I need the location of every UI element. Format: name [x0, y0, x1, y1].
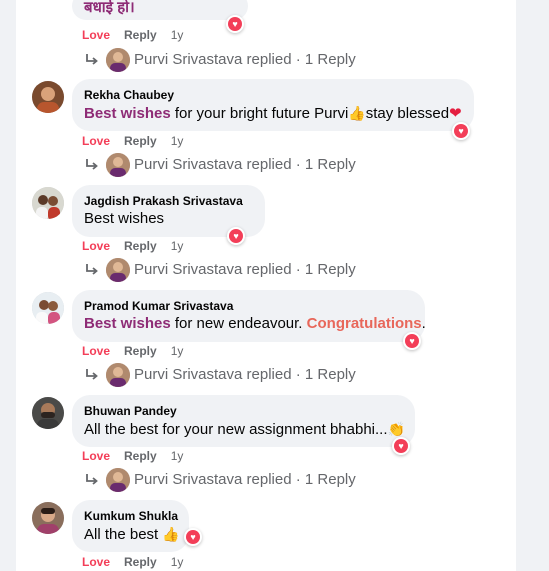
comment-text-part: . — [421, 315, 426, 332]
comment-bubble: Pramod Kumar Srivastava Best wishes for … — [72, 290, 426, 342]
comment-bubble: Kumkum Shukla All the best 👍 — [72, 500, 189, 552]
reply-button[interactable]: Reply — [124, 344, 157, 358]
avatar[interactable] — [32, 292, 64, 324]
timestamp[interactable]: 1y — [171, 449, 184, 463]
comment-text-part: All the best for your new assignment bha… — [84, 421, 388, 438]
heart-reaction-icon[interactable]: ♥ — [227, 227, 245, 245]
heart-reaction-icon[interactable]: ♥ — [226, 15, 244, 33]
comment-text: All the best 👍 — [84, 524, 180, 545]
avatar[interactable] — [106, 153, 130, 177]
love-button[interactable]: Love — [82, 239, 110, 253]
comment-actions: Love Reply 1y — [82, 343, 183, 359]
heart-emoji: ❤ — [449, 105, 462, 122]
comments-panel: बधाई हो। ♥ Love Reply 1y Purvi Srivastava … — [16, 0, 516, 571]
highlight-text[interactable]: Best wishes — [84, 105, 171, 122]
avatar[interactable] — [32, 397, 64, 429]
avatar[interactable] — [106, 258, 130, 282]
comment-actions: Love Reply 1y — [82, 27, 183, 43]
comment-author[interactable]: Kumkum Shukla — [84, 508, 178, 524]
replies-text[interactable]: Purvi Srivastava replied · 1 Reply — [134, 365, 356, 385]
timestamp[interactable]: 1y — [171, 239, 184, 253]
love-button[interactable]: Love — [82, 449, 110, 463]
clapping-emoji: 👏 — [387, 421, 405, 437]
timestamp[interactable]: 1y — [171, 344, 184, 358]
thumbs-up-emoji: 👍 — [348, 105, 366, 121]
avatar[interactable] — [32, 502, 64, 534]
reply-arrow-icon — [86, 54, 98, 65]
timestamp[interactable]: 1y — [171, 555, 184, 569]
highlight-text[interactable]: Congratulations — [307, 315, 422, 332]
avatar[interactable] — [32, 187, 64, 219]
reply-arrow-icon — [86, 159, 98, 170]
replies-text[interactable]: Purvi Srivastava replied · 1 Reply — [134, 155, 356, 175]
highlight-text[interactable]: Best wishes — [84, 315, 171, 332]
reply-arrow-icon — [86, 369, 98, 380]
reply-button[interactable]: Reply — [124, 28, 157, 42]
comment-text: Best wishes for new endeavour. Congratul… — [84, 314, 426, 334]
comment-bubble: Bhuwan Pandey All the best for your new … — [72, 395, 415, 447]
avatar[interactable] — [106, 48, 130, 72]
comment-author[interactable]: Pramod Kumar Srivastava — [84, 298, 413, 314]
heart-reaction-icon[interactable]: ♥ — [184, 528, 202, 546]
comment-actions: Love Reply 1y — [82, 238, 183, 254]
avatar[interactable] — [32, 81, 64, 113]
comment-bubble: बधाई हो। — [72, 0, 248, 20]
timestamp[interactable]: 1y — [171, 134, 184, 148]
comment-author[interactable]: Rekha Chaubey — [84, 87, 462, 103]
love-button[interactable]: Love — [82, 28, 110, 42]
comment-text-part: for your bright future Purvi — [170, 105, 349, 122]
reply-arrow-icon — [86, 474, 98, 485]
replies-text[interactable]: Purvi Srivastava replied · 1 Reply — [134, 50, 356, 70]
reply-arrow-icon — [86, 264, 98, 275]
comment-text: Best wishes for your bright future Purvi… — [84, 103, 462, 124]
heart-reaction-icon[interactable]: ♥ — [403, 332, 421, 350]
reply-button[interactable]: Reply — [124, 239, 157, 253]
love-button[interactable]: Love — [82, 555, 110, 569]
comment-text-part: stay blessed — [365, 105, 450, 122]
comment-actions: Love Reply 1y — [82, 554, 183, 570]
avatar[interactable] — [106, 468, 130, 492]
comment-actions: Love Reply 1y — [82, 448, 183, 464]
love-button[interactable]: Love — [82, 134, 110, 148]
comment-text: Best wishes — [84, 210, 165, 227]
love-button[interactable]: Love — [82, 344, 110, 358]
reply-button[interactable]: Reply — [124, 134, 157, 148]
reply-button[interactable]: Reply — [124, 555, 157, 569]
comment-text-part: for new endeavour. — [170, 315, 307, 332]
heart-reaction-icon[interactable]: ♥ — [452, 122, 470, 140]
avatar[interactable] — [106, 363, 130, 387]
reply-button[interactable]: Reply — [124, 449, 157, 463]
thumbs-up-emoji: 👍 — [162, 526, 180, 542]
heart-reaction-icon[interactable]: ♥ — [392, 437, 410, 455]
comment-text-part: All the best — [84, 526, 163, 543]
comment-author[interactable]: Jagdish Prakash Srivastava — [84, 193, 253, 209]
comment-actions: Love Reply 1y — [82, 133, 183, 149]
comment-text: All the best for your new assignment bha… — [84, 419, 405, 440]
comment-author[interactable]: Bhuwan Pandey — [84, 403, 403, 419]
comment-text: बधाई हो। — [84, 0, 135, 16]
replies-text[interactable]: Purvi Srivastava replied · 1 Reply — [134, 470, 356, 490]
comment-bubble: Rekha Chaubey Best wishes for your brigh… — [72, 79, 474, 131]
timestamp[interactable]: 1y — [171, 28, 184, 42]
replies-text[interactable]: Purvi Srivastava replied · 1 Reply — [134, 260, 356, 280]
